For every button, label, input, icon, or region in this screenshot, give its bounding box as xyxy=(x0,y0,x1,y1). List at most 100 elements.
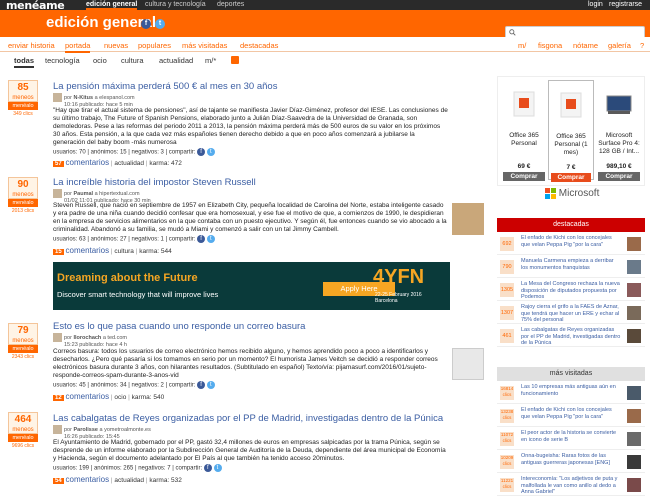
list-item[interactable]: 11221 clics Intereconomía: "Los adjetivos… xyxy=(497,476,645,496)
nav-enviar-historia[interactable]: enviar historia xyxy=(8,41,55,50)
share-facebook-icon[interactable]: f xyxy=(197,148,206,156)
tab-deportes[interactable]: deportes xyxy=(217,1,244,8)
product-card[interactable]: Microsoft Surface Pro 4: 128 GB / Int...… xyxy=(596,80,642,181)
product-card[interactable]: Office 365 Personal (1 mes) 7 € Comprar xyxy=(548,80,594,182)
tab-cultura-tecnologia[interactable]: cultura y tecnología xyxy=(145,1,206,8)
nav-notame[interactable]: nótame xyxy=(573,41,598,50)
buy-button[interactable]: Comprar xyxy=(551,173,591,182)
share-twitter-icon[interactable]: t xyxy=(206,381,215,389)
thumbnail[interactable] xyxy=(627,432,641,446)
story-thumbnail[interactable] xyxy=(452,203,484,235)
share-facebook-icon[interactable]: f xyxy=(203,464,212,472)
comments-link[interactable]: comentarios xyxy=(66,246,110,255)
nav-galeria[interactable]: galería xyxy=(608,41,631,50)
nav-fisgona[interactable]: fisgona xyxy=(538,41,562,50)
twitter-icon[interactable]: t xyxy=(155,19,165,29)
share-twitter-icon[interactable]: t xyxy=(206,148,215,156)
buy-button[interactable]: Comprar xyxy=(503,172,545,181)
tab-edicion-general[interactable]: edición general xyxy=(86,1,138,10)
thumbnail[interactable] xyxy=(627,386,641,400)
comments-count[interactable]: 57 xyxy=(53,161,64,167)
nav-nuevas[interactable]: nuevas xyxy=(104,41,128,50)
avatar[interactable] xyxy=(53,189,62,198)
menealo-button[interactable]: menéalo xyxy=(8,345,38,353)
comments-count[interactable]: 15 xyxy=(53,249,64,255)
thumbnail[interactable] xyxy=(627,306,641,320)
comments-link[interactable]: comentarios xyxy=(66,158,110,167)
story-title[interactable]: La increíble historia del impostor Steve… xyxy=(53,177,256,188)
avatar[interactable] xyxy=(53,333,62,342)
menealo-button[interactable]: menéalo xyxy=(8,199,38,207)
list-item[interactable]: 11072 clics El peor actor de la historia … xyxy=(497,430,645,450)
share-twitter-icon[interactable]: t xyxy=(213,464,222,472)
nav-m[interactable]: m/ xyxy=(518,41,526,50)
share-facebook-icon[interactable]: f xyxy=(197,381,206,389)
thumbnail[interactable] xyxy=(627,260,641,274)
cat-todas[interactable]: todas xyxy=(14,56,35,68)
nav-help[interactable]: ? xyxy=(640,41,644,50)
product-card[interactable]: Office 365 Personal 69 € Comprar xyxy=(501,80,547,181)
menealo-button[interactable]: menéalo xyxy=(8,102,38,110)
buy-button[interactable]: Comprar xyxy=(598,172,640,181)
avatar[interactable] xyxy=(53,93,62,102)
login-link[interactable]: login xyxy=(588,1,603,8)
ad-banner[interactable]: Dreaming about the Future Discover smart… xyxy=(53,262,450,310)
story-body: Correos basura: todos los usuarios de co… xyxy=(53,348,438,379)
story-footer: 57 comentarios | actualidad | karma: 472 xyxy=(53,158,182,167)
share-facebook-icon[interactable]: f xyxy=(197,235,206,243)
story-category[interactable]: actualidad xyxy=(114,160,144,167)
comments-count[interactable]: 12 xyxy=(53,395,64,401)
thumbnail[interactable] xyxy=(627,237,641,251)
surface-tablet-icon xyxy=(606,95,632,114)
register-link[interactable]: registrarse xyxy=(609,1,642,8)
nav-populares[interactable]: populares xyxy=(138,41,171,50)
product-price: 989,10 € xyxy=(606,163,632,170)
thumbnail[interactable] xyxy=(627,329,641,343)
story-category[interactable]: actualidad xyxy=(114,477,144,484)
ad-date: 22-25 February 2016 Barcelona xyxy=(375,292,422,304)
story-title[interactable]: Esto es lo que pasa cuando uno responde … xyxy=(53,321,305,332)
share-twitter-icon[interactable]: t xyxy=(206,235,215,243)
avatar[interactable] xyxy=(53,425,62,434)
story-title[interactable]: Las cabalgatas de Reyes organizadas por … xyxy=(53,413,443,424)
list-item[interactable]: 16814 clics Las 10 empresas más antiguas … xyxy=(497,384,645,404)
cat-tecnologia[interactable]: tecnología xyxy=(45,56,80,65)
list-item[interactable]: 10209 clics Onna-bugeisha: Raras fotos de… xyxy=(497,453,645,473)
story-title[interactable]: La pensión máxima perderá 500 € al mes e… xyxy=(53,81,277,92)
story-meta: por N-Kitus a elespanol.com 10:16 publica… xyxy=(53,93,135,108)
thumbnail[interactable] xyxy=(627,283,641,297)
story-category[interactable]: ocio xyxy=(114,394,126,401)
cat-actualidad[interactable]: actualidad xyxy=(159,56,193,65)
nav-mas-visitadas[interactable]: más visitadas xyxy=(182,41,227,50)
list-item[interactable]: 692 El enfado de Kichi con los concejales… xyxy=(497,235,645,255)
thumbnail[interactable] xyxy=(627,478,641,492)
cat-ocio[interactable]: ocio xyxy=(93,56,107,65)
page-title: edición general xyxy=(46,14,157,31)
facebook-icon[interactable]: f xyxy=(141,19,151,29)
cat-m-star[interactable]: m/* xyxy=(205,56,216,65)
list-item[interactable]: 790 Manuela Carmena empieza a derribar lo… xyxy=(497,258,645,278)
menealo-button[interactable]: menéalo xyxy=(8,434,38,442)
cat-cultura[interactable]: cultura xyxy=(121,56,144,65)
list-item[interactable]: 461 Las cabalgatas de Reyes organizadas p… xyxy=(497,327,645,347)
story-stats: usuarios: 45 | anónimos: 34 | negativos:… xyxy=(53,381,215,389)
nav-destacadas[interactable]: destacadas xyxy=(240,41,278,50)
list-item[interactable]: 1305 La Mesa del Congreso rechaza la nuev… xyxy=(497,281,645,301)
clicks-count: 349 clics xyxy=(13,111,33,117)
thumbnail[interactable] xyxy=(627,409,641,423)
list-item[interactable]: 1307 Rajoy cierra el grifo a la FAES de A… xyxy=(497,304,645,324)
comments-link[interactable]: comentarios xyxy=(66,392,110,401)
mas-visitadas-box: más visitadas 16814 clics Las 10 empresas… xyxy=(497,367,645,496)
story-karma: karma: 472 xyxy=(149,160,182,167)
thumbnail[interactable] xyxy=(627,455,641,469)
story-thumbnail[interactable] xyxy=(452,348,484,380)
story-category[interactable]: cultura xyxy=(114,248,134,255)
comments-link[interactable]: comentarios xyxy=(66,475,110,484)
vote-box: 85 meneos menéalo 349 clics xyxy=(8,80,38,117)
search-icon xyxy=(509,29,516,36)
rss-icon[interactable] xyxy=(231,56,239,64)
story-body: El Ayuntamiento de Madrid, gobernado por… xyxy=(53,439,446,462)
clicks-count: 9696 clics xyxy=(11,443,35,449)
list-item[interactable]: 13238 clics El enfado de Kichi con los co… xyxy=(497,407,645,427)
comments-count[interactable]: 54 xyxy=(53,478,64,484)
